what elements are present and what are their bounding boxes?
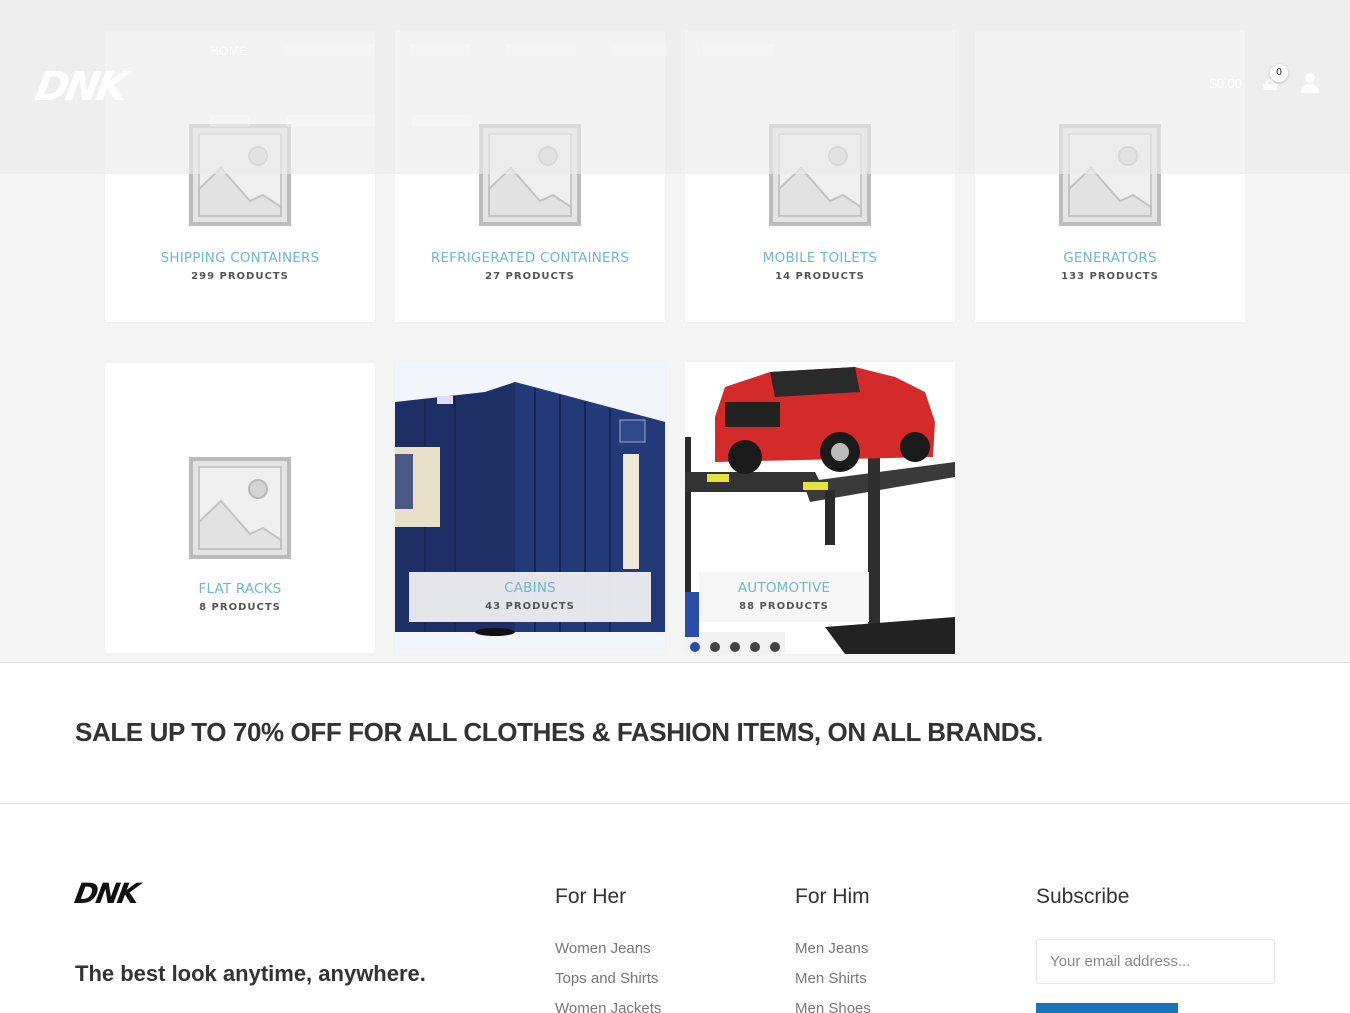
footer-link-men-jeans[interactable]: Men Jeans xyxy=(795,934,871,964)
footer-tagline: The best look anytime, anywhere. xyxy=(75,961,426,986)
category-title[interactable]: CABINS xyxy=(409,580,651,596)
cart-count-badge: 0 xyxy=(1270,64,1288,82)
page: SHIPPING CONTAINERS 299 PRODUCTS REFRIGE… xyxy=(0,0,1350,1013)
nav-item-home[interactable]: HOME xyxy=(210,44,248,58)
category-card-cabins[interactable]: CABINS 43 PRODUCTS xyxy=(395,362,665,654)
category-count: 88 PRODUCTS xyxy=(739,601,829,612)
cart-button[interactable]: 0 xyxy=(1260,64,1288,94)
category-info: CABINS 43 PRODUCTS xyxy=(409,572,651,622)
category-title[interactable]: REFRIGERATED CONTAINERS xyxy=(395,250,665,266)
category-card-automotive[interactable]: AUTOMOTIVE 88 PRODUCTS xyxy=(685,362,955,654)
category-card-flat-racks[interactable]: FLAT RACKS 8 PRODUCTS xyxy=(105,363,375,653)
footer-link-women-jackets[interactable]: Women Jackets xyxy=(555,994,661,1013)
category-info: AUTOMOTIVE 88 PRODUCTS xyxy=(699,572,869,622)
cart-total[interactable]: $0.00 xyxy=(1209,76,1242,91)
category-count: 14 PRODUCTS xyxy=(775,271,865,282)
nav-item[interactable] xyxy=(286,115,376,127)
footer-heading: For Him xyxy=(795,885,870,908)
placeholder-image-icon xyxy=(189,457,291,559)
subscribe-email-input[interactable] xyxy=(1036,939,1275,984)
category-info: REFRIGERATED CONTAINERS 27 PRODUCTS xyxy=(395,250,665,282)
user-account-icon[interactable] xyxy=(1300,72,1320,94)
nav-item[interactable] xyxy=(410,44,470,56)
category-title[interactable]: FLAT RACKS xyxy=(105,581,375,597)
category-count: 8 PRODUCTS xyxy=(199,602,281,613)
category-count: 27 PRODUCTS xyxy=(485,271,575,282)
footer-heading: Subscribe xyxy=(1036,885,1130,908)
sale-banner-text: SALE UP TO 70% OFF FOR ALL CLOTHES & FAS… xyxy=(75,717,1043,747)
nav-item[interactable] xyxy=(506,44,576,56)
secondary-nav xyxy=(210,115,472,127)
category-title[interactable]: SHIPPING CONTAINERS xyxy=(105,250,375,266)
site-header: DNK HOME $0.00 0 xyxy=(0,0,1350,174)
nav-item[interactable] xyxy=(210,115,250,127)
category-title[interactable]: GENERATORS xyxy=(975,250,1245,266)
footer-link-men-shoes[interactable]: Men Shoes xyxy=(795,994,871,1013)
category-count: 43 PRODUCTS xyxy=(485,601,575,612)
sale-banner: SALE UP TO 70% OFF FOR ALL CLOTHES & FAS… xyxy=(0,664,1350,804)
category-title[interactable]: MOBILE TOILETS xyxy=(685,250,955,266)
category-info: MOBILE TOILETS 14 PRODUCTS xyxy=(685,250,955,282)
footer-link-men-shirts[interactable]: Men Shirts xyxy=(795,964,871,994)
header-logo[interactable]: DNK xyxy=(32,64,129,110)
category-title[interactable]: AUTOMOTIVE xyxy=(699,580,869,596)
footer-heading: For Her xyxy=(555,885,627,908)
header-actions: $0.00 0 xyxy=(1209,64,1320,94)
footer-column-for-her: For Her Women Jeans Tops and Shirts Wome… xyxy=(555,885,661,1013)
subscribe-button[interactable] xyxy=(1036,1003,1178,1013)
category-count: 133 PRODUCTS xyxy=(1061,271,1159,282)
category-info: FLAT RACKS 8 PRODUCTS xyxy=(105,581,375,613)
nav-item[interactable] xyxy=(412,115,472,127)
category-info: GENERATORS 133 PRODUCTS xyxy=(975,250,1245,282)
primary-nav: HOME xyxy=(210,44,773,58)
footer-column-subscribe: Subscribe xyxy=(1036,885,1275,1013)
nav-item[interactable] xyxy=(284,44,374,56)
footer-link-tops-and-shirts[interactable]: Tops and Shirts xyxy=(555,964,661,994)
nav-item[interactable] xyxy=(703,44,773,56)
category-info: SHIPPING CONTAINERS 299 PRODUCTS xyxy=(105,250,375,282)
footer-link-women-jeans[interactable]: Women Jeans xyxy=(555,934,661,964)
footer-column-for-him: For Him Men Jeans Men Shirts Men Shoes xyxy=(795,885,871,1013)
nav-item[interactable] xyxy=(612,44,667,56)
site-footer: DNK The best look anytime, anywhere. For… xyxy=(0,805,1350,1013)
footer-logo[interactable]: DNK xyxy=(72,877,140,910)
category-count: 299 PRODUCTS xyxy=(191,271,289,282)
